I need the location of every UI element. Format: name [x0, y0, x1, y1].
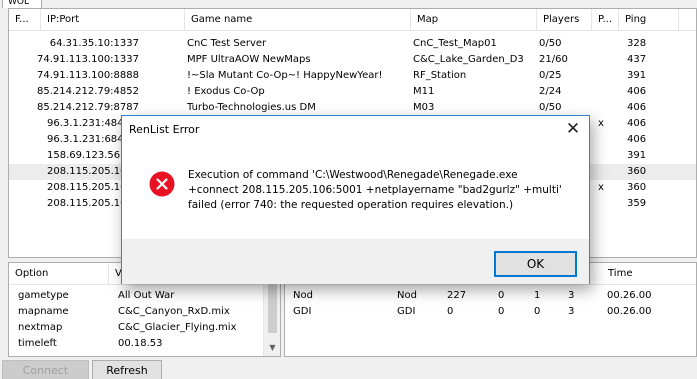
server-ip: 64.31.35.10:1337 [49, 38, 139, 49]
team-score: 227 [447, 290, 467, 301]
server-p [598, 100, 616, 116]
scrollbar-thumb[interactable] [268, 283, 277, 333]
server-p [598, 36, 616, 52]
column-header-game-name[interactable]: Game name [185, 9, 411, 31]
server-name: !~Sla Mutant Co-Op~! HappyNewYear! [187, 70, 383, 81]
server-row[interactable]: 64.31.35.10:1337 CnC Test Server CnC_Tes… [9, 36, 696, 52]
team-stat-a: 0 [498, 290, 505, 301]
server-name: ! Exodus Co-Op [187, 86, 265, 97]
tab-wol[interactable]: WOL [2, 0, 42, 8]
option-name: timeleft [18, 338, 57, 349]
option-value: C&C_Canyon_RxD.mix [118, 306, 230, 317]
column-header-time[interactable]: Time [602, 263, 696, 285]
server-ip: 74.91.113.100:8888 [37, 70, 139, 81]
column-header-option[interactable]: Option [9, 263, 109, 285]
team-name: GDI [293, 306, 312, 317]
team-stat-b: 1 [534, 290, 541, 301]
option-name: gametype [18, 290, 69, 301]
server-row[interactable]: 85.214.212.79:8787 Turbo-Technologies.us… [9, 100, 696, 116]
error-dialog: RenList Error ✕ Execution of command 'C:… [121, 115, 590, 284]
column-header-ping[interactable]: Ping [619, 9, 679, 31]
error-icon [149, 171, 175, 197]
server-name: Turbo-Technologies.us DM [187, 102, 316, 113]
server-map: C&C_Lake_Garden_D3 [413, 54, 524, 65]
option-name: nextmap [18, 322, 63, 333]
server-map: CnC_Test_Map01 [413, 38, 497, 49]
column-header-p[interactable]: P... [592, 9, 619, 31]
dialog-message-line: +connect 208.115.205.106:5001 +netplayer… [188, 184, 562, 196]
tab-strip: WOL [0, 0, 697, 8]
dialog-message: Execution of command 'C:\Westwood\Renega… [188, 168, 580, 213]
server-p [598, 52, 616, 68]
team-score: 0 [447, 306, 454, 317]
server-players: 0/25 [539, 70, 562, 81]
connect-button[interactable]: Connect [2, 360, 89, 379]
server-row[interactable]: 85.214.212.79:4852 ! Exodus Co-Op M11 2/… [9, 84, 696, 100]
server-ip: 74.91.113.100:1337 [37, 54, 139, 65]
server-ping: 328 [627, 38, 647, 49]
team-stat-b: 0 [534, 306, 541, 317]
option-value: C&C_Glacier_Flying.mix [118, 322, 237, 333]
scroll-down-icon[interactable]: ▼ [264, 339, 280, 356]
server-ping: 437 [627, 54, 647, 65]
dialog-body: Execution of command 'C:\Westwood\Renega… [122, 143, 589, 239]
server-list-header: F... IP:Port Game name Map Players P... … [9, 9, 696, 31]
server-ping: 360 [627, 182, 647, 193]
server-ping: 360 [627, 166, 647, 177]
option-value: 00.18.53 [118, 338, 163, 349]
team-time: 00.26.00 [607, 306, 652, 317]
server-name: CnC Test Server [187, 38, 267, 49]
team-stat-c: 3 [568, 306, 575, 317]
team-time: 00.26.00 [607, 290, 652, 301]
server-p [598, 68, 616, 84]
server-players: 0/50 [539, 102, 562, 113]
team-name: Nod [293, 290, 313, 301]
column-header-map[interactable]: Map [411, 9, 537, 31]
team-stat-a: 0 [498, 306, 505, 317]
column-header-players[interactable]: Players [537, 9, 592, 31]
dialog-footer: OK [122, 239, 589, 284]
dialog-titlebar[interactable]: RenList Error ✕ [122, 116, 589, 143]
server-ping: 406 [627, 86, 647, 97]
server-players: 2/24 [539, 86, 562, 97]
column-header-flag[interactable]: F... [9, 9, 41, 31]
refresh-button[interactable]: Refresh [92, 360, 162, 379]
server-row[interactable]: 74.91.113.100:8888 !~Sla Mutant Co-Op~! … [9, 68, 696, 84]
server-ping: 406 [627, 102, 647, 113]
option-name: mapname [18, 306, 69, 317]
server-ping: 359 [627, 198, 647, 209]
option-row[interactable]: nextmap C&C_Glacier_Flying.mix [9, 320, 280, 336]
server-p [598, 84, 616, 100]
ok-button[interactable]: OK [494, 251, 577, 277]
option-row[interactable]: gametype All Out War [9, 288, 280, 304]
server-p: x [598, 118, 604, 129]
server-ip: 85.214.212.79:8787 [37, 102, 139, 113]
team-row[interactable]: GDI GDI 0 0 0 3 00.26.00 [285, 304, 696, 320]
option-value: All Out War [118, 290, 175, 301]
server-map: M03 [413, 102, 435, 113]
team-side: Nod [397, 290, 417, 301]
server-map: RF_Station [413, 70, 467, 81]
server-ping: 391 [627, 150, 647, 161]
dialog-message-line: Execution of command 'C:\Westwood\Renega… [188, 169, 518, 181]
server-map: M11 [413, 86, 435, 97]
team-row[interactable]: Nod Nod 227 0 1 3 00.26.00 [285, 288, 696, 304]
server-players: 0/50 [539, 38, 562, 49]
server-row[interactable]: 74.91.113.100:1337 MPF UltraAOW NewMaps … [9, 52, 696, 68]
server-ping: 391 [627, 70, 647, 81]
dialog-title: RenList Error [129, 123, 200, 136]
server-ping: 406 [627, 118, 647, 129]
server-p: x [598, 182, 604, 193]
dialog-message-line: failed (error 740: the requested operati… [188, 199, 514, 211]
server-ping: 406 [627, 134, 647, 145]
server-ip: 85.214.212.79:4852 [37, 86, 139, 97]
close-icon[interactable]: ✕ [557, 116, 589, 143]
option-row[interactable]: timeleft 00.18.53 [9, 336, 280, 352]
server-players: 21/60 [539, 54, 568, 65]
team-stat-c: 3 [568, 290, 575, 301]
team-side: GDI [397, 306, 416, 317]
server-name: MPF UltraAOW NewMaps [187, 54, 311, 65]
column-header-ip-port[interactable]: IP:Port [41, 9, 185, 31]
option-row[interactable]: mapname C&C_Canyon_RxD.mix [9, 304, 280, 320]
